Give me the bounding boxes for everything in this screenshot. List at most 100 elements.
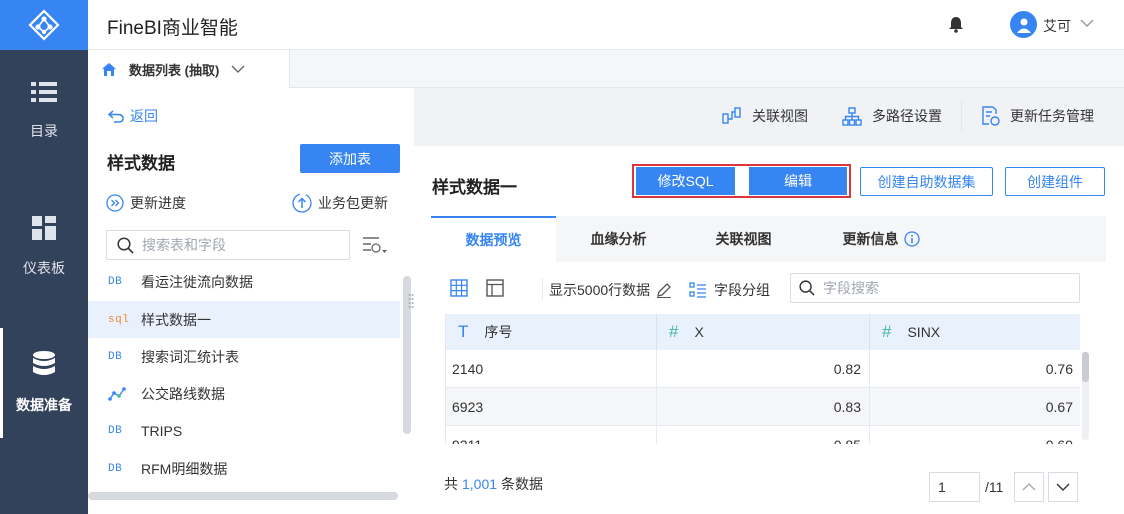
list-item-selected[interactable]: sql 样式数据一 [88,301,400,338]
list-item[interactable]: DB RFM明细数据 [88,450,400,485]
nav-label: 仪表板 [23,260,65,276]
package-update-label: 业务包更新 [318,195,388,211]
tab-update-info[interactable]: 更新信息 [806,216,956,262]
total-suffix: 条数据 [501,476,544,492]
sql-type-icon: sql [108,313,130,326]
back-arrow-icon [108,110,124,123]
db-type-icon: DB [108,424,123,437]
avatar[interactable] [1010,11,1037,38]
table-name: RFM明细数据 [141,460,228,477]
top-header: FineBI商业智能 艾可 [88,0,1124,50]
table-row[interactable]: 6923 0.83 0.67 [446,388,1080,426]
field-search-box [790,273,1080,303]
table-name: 搜索词汇统计表 [141,348,239,365]
column-header[interactable]: # X [657,314,870,350]
nav-item-data-prep[interactable]: 数据准备 [0,328,88,438]
package-title: 样式数据 [107,154,175,173]
back-link[interactable]: 返回 [108,106,158,126]
app-logo[interactable] [0,0,88,50]
relation-icon [722,107,741,124]
grid-view-icon[interactable] [450,279,468,297]
table-row[interactable]: 9211 0.85 0.69 [446,426,1080,444]
column-name: X [694,324,704,340]
layout-view-icon[interactable] [486,279,504,297]
table-name: TRIPS [141,422,183,439]
list-item[interactable]: DB TRIPS [88,412,400,449]
table-name: 样式数据一 [141,311,211,328]
table-cell: 0.76 [1045,361,1073,377]
line-graph-icon [108,386,126,401]
table-list: DB 看运注徙流向数据 sql 样式数据一 DB 搜索词汇统计表 公交路线数据 … [88,263,400,485]
page-number-input[interactable] [929,472,980,502]
list-horizontal-scrollbar[interactable] [88,492,398,500]
table-header: T 序号 # X # SINX [446,314,1080,350]
relation-view-button[interactable]: 关联视图 [722,106,808,126]
table-cell: 2140 [446,350,657,388]
row-total: 共 1,001 条数据 [444,474,543,494]
table-scrollbar[interactable] [1082,352,1089,382]
nav-item-catalog[interactable]: 目录 [0,56,88,166]
tab-lineage[interactable]: 血缘分析 [556,216,681,262]
tab-data-preview[interactable]: 数据预览 [431,216,556,262]
create-dataset-button[interactable]: 创建自助数据集 [860,167,993,196]
add-table-button[interactable]: 添加表 [300,144,400,173]
double-chevron-icon [106,194,124,212]
back-label: 返回 [130,108,158,124]
table-cell: 0.85 [657,426,870,444]
chevron-up-icon [1022,483,1036,491]
data-preview-table: T 序号 # X # SINX 2140 0.82 0.76 6923 0.83… [445,314,1080,444]
number-type-icon: # [669,322,679,341]
table-cell: 6923 [446,388,657,426]
field-group-button[interactable]: 字段分组 [689,280,770,300]
nav-item-dashboard[interactable]: 仪表板 [0,192,88,302]
update-progress-button[interactable]: 更新进度 [106,193,186,213]
table-cell: 9211 [446,426,657,444]
toolbar-divider [961,100,962,132]
tab-data-list[interactable]: 数据列表 (抽取) [88,50,290,88]
field-search-input[interactable] [823,280,1063,296]
table-name: 看运注徙流向数据 [141,273,253,290]
update-progress-label: 更新进度 [130,195,186,211]
chevron-down-icon[interactable] [1080,16,1094,30]
prev-page-button[interactable] [1014,472,1044,502]
multi-path-button[interactable]: 多路径设置 [842,106,942,126]
info-icon[interactable] [903,231,920,247]
bell-icon[interactable] [948,16,964,33]
field-group-icon [689,282,706,298]
search-icon [117,236,134,254]
filter-settings-icon[interactable] [362,235,388,255]
row-limit-control[interactable]: 显示5000行数据 [549,280,672,300]
table-row[interactable]: 2140 0.82 0.76 [446,350,1080,388]
table-detail-card: 样式数据一 修改SQL 编辑 创建自助数据集 创建组件 数据预览 血缘分析 关联… [414,146,1124,514]
list-item[interactable]: DB 看运注徙流向数据 [88,263,400,300]
table-title: 样式数据一 [432,178,517,197]
app-title: FineBI商业智能 [107,18,238,39]
column-header[interactable]: T 序号 [446,314,657,350]
number-type-icon: # [882,322,892,341]
list-item[interactable]: DB 搜索词汇统计表 [88,338,400,375]
column-header[interactable]: # SINX [870,314,1080,350]
table-cell: 0.83 [657,388,870,426]
table-search-input[interactable] [142,237,342,253]
pencil-icon[interactable] [656,282,672,298]
toolbar-divider [542,278,543,300]
db-type-icon: DB [108,462,123,475]
update-task-button[interactable]: 更新任务管理 [980,106,1094,126]
user-name[interactable]: 艾可 [1043,16,1071,36]
user-icon [1016,18,1031,33]
next-page-button[interactable] [1048,472,1078,502]
row-limit-label: 显示5000行数据 [549,282,651,298]
package-toolbar: 关联视图 多路径设置 更新任务管理 [414,88,1124,146]
tab-relation-view[interactable]: 关联视图 [681,216,806,262]
table-cell: 0.82 [657,350,870,388]
edit-button[interactable]: 编辑 [749,167,847,195]
chevron-down-icon[interactable] [231,62,245,76]
tab-strip: 数据列表 (抽取) [88,50,1124,88]
field-group-label: 字段分组 [714,282,770,298]
table-list-panel: 返回 样式数据 添加表 更新进度 业务包更新 DB 看运注徙流向数据 [88,88,414,514]
package-update-button[interactable]: 业务包更新 [292,193,388,213]
edit-sql-button[interactable]: 修改SQL [636,167,735,195]
list-item[interactable]: 公交路线数据 [88,375,400,412]
table-cell: 0.67 [1045,399,1073,415]
create-component-button[interactable]: 创建组件 [1005,167,1105,196]
